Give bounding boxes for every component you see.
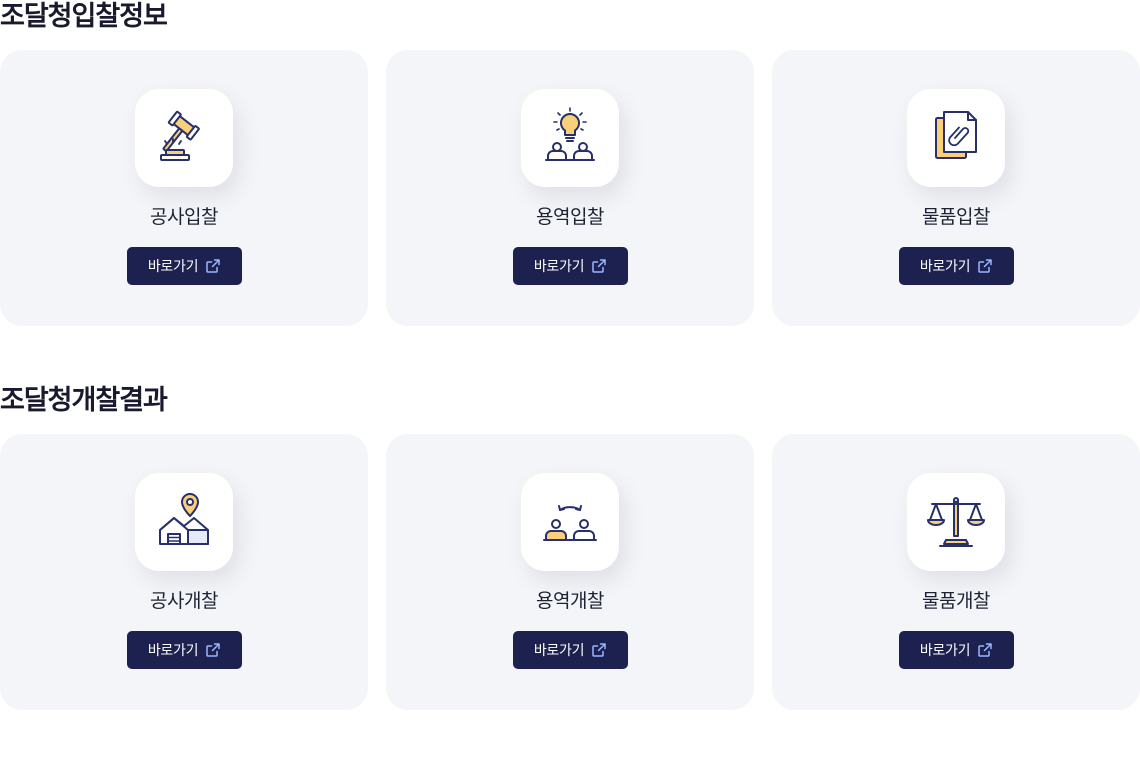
card-goods-opening: 물품개찰 바로가기	[772, 434, 1140, 710]
documents-clip-icon	[935, 111, 977, 159]
icon-box	[135, 473, 233, 571]
section-title: 조달청개찰결과	[0, 385, 168, 416]
card-label: 용역입찰	[536, 206, 604, 228]
card-label: 용역개찰	[536, 590, 604, 612]
go-button[interactable]: 바로가기	[127, 247, 242, 285]
go-button[interactable]: 바로가기	[899, 631, 1014, 669]
card-service-opening: 용역개찰 바로가기	[386, 434, 754, 710]
section-title: 조달청입찰정보	[0, 1, 168, 32]
icon-box	[907, 473, 1005, 571]
gavel-icon	[160, 110, 200, 161]
go-button-label: 바로가기	[147, 259, 199, 275]
external-link-icon	[978, 259, 992, 273]
go-button[interactable]: 바로가기	[513, 247, 628, 285]
icon-box	[135, 89, 233, 187]
building-location-icon	[159, 493, 209, 545]
card-construction-bid: 공사입찰 바로가기	[0, 50, 368, 326]
external-link-icon	[592, 643, 606, 657]
external-link-icon	[592, 259, 606, 273]
card-label: 공사입찰	[150, 206, 218, 228]
card-label: 물품개찰	[922, 590, 990, 612]
people-exchange-icon	[543, 505, 597, 541]
icon-box	[521, 473, 619, 571]
icon-box	[907, 89, 1005, 187]
external-link-icon	[978, 643, 992, 657]
go-button-label: 바로가기	[533, 643, 585, 659]
card-construction-opening: 공사개찰 바로가기	[0, 434, 368, 710]
icon-box	[521, 89, 619, 187]
card-goods-bid: 물품입찰 바로가기	[772, 50, 1140, 326]
balance-scale-icon	[927, 497, 985, 547]
card-service-bid: 용역입찰 바로가기	[386, 50, 754, 326]
card-label: 공사개찰	[150, 590, 218, 612]
go-button-label: 바로가기	[919, 643, 971, 659]
external-link-icon	[206, 643, 220, 657]
go-button-label: 바로가기	[919, 259, 971, 275]
card-label: 물품입찰	[922, 206, 990, 228]
go-button[interactable]: 바로가기	[899, 247, 1014, 285]
external-link-icon	[206, 259, 220, 273]
idea-team-icon	[545, 107, 595, 161]
go-button-label: 바로가기	[533, 259, 585, 275]
card-grid: 공사개찰 바로가기 용역개찰 바로가기 물품개찰 바로가기	[0, 434, 1140, 710]
go-button[interactable]: 바로가기	[513, 631, 628, 669]
go-button-label: 바로가기	[147, 643, 199, 659]
card-grid: 공사입찰 바로가기 용역입찰 바로가기 물품입찰 바로가기	[0, 50, 1140, 326]
go-button[interactable]: 바로가기	[127, 631, 242, 669]
